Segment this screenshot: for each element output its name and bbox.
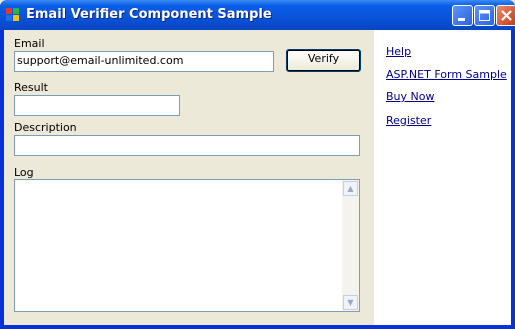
description-field[interactable] bbox=[14, 135, 360, 156]
log-label: Log bbox=[14, 166, 34, 179]
buy-now-link[interactable]: Buy Now bbox=[386, 90, 434, 103]
description-label: Description bbox=[14, 121, 77, 134]
client-area: Email support@email-unlimited.com Verify… bbox=[4, 30, 511, 325]
app-icon[interactable] bbox=[6, 8, 20, 22]
email-label: Email bbox=[14, 37, 45, 50]
title-bar[interactable]: Email Verifier Component Sample bbox=[0, 0, 515, 30]
email-field[interactable]: support@email-unlimited.com bbox=[14, 51, 274, 72]
links-panel: Help ASP.NET Form Sample Buy Now Registe… bbox=[374, 30, 511, 325]
aspnet-form-sample-link[interactable]: ASP.NET Form Sample bbox=[386, 68, 507, 81]
minimize-button[interactable] bbox=[452, 5, 473, 26]
app-window: Email Verifier Component Sample Email su… bbox=[0, 0, 515, 329]
help-link[interactable]: Help bbox=[386, 45, 411, 58]
close-button[interactable] bbox=[496, 5, 515, 26]
result-label: Result bbox=[14, 81, 48, 94]
log-scrollbar[interactable]: ▲ ▼ bbox=[342, 180, 359, 311]
minimize-icon bbox=[458, 18, 465, 21]
verify-button[interactable]: Verify bbox=[286, 49, 361, 72]
close-icon bbox=[501, 10, 512, 21]
window-title: Email Verifier Component Sample bbox=[26, 7, 272, 22]
maximize-icon bbox=[479, 10, 490, 21]
scroll-down-arrow-icon[interactable]: ▼ bbox=[343, 295, 358, 310]
log-textarea[interactable]: ▲ ▼ bbox=[14, 179, 360, 312]
scroll-up-arrow-icon[interactable]: ▲ bbox=[343, 181, 358, 196]
maximize-button[interactable] bbox=[474, 5, 495, 26]
register-link[interactable]: Register bbox=[386, 114, 431, 127]
result-field[interactable] bbox=[14, 95, 180, 116]
